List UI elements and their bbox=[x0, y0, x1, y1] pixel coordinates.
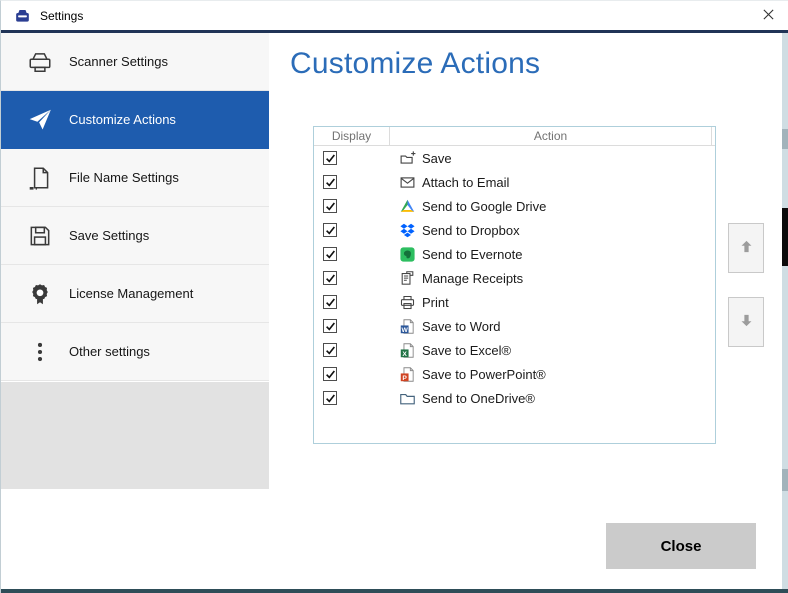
sidebar-item-label: File Name Settings bbox=[69, 170, 179, 185]
action-label: Attach to Email bbox=[422, 175, 509, 190]
action-label: Manage Receipts bbox=[422, 271, 523, 286]
sidebar-item-file-name-settings[interactable]: File Name Settings bbox=[1, 149, 269, 207]
email-icon bbox=[399, 174, 416, 191]
table-row[interactable]: W Save to Word bbox=[314, 314, 715, 338]
table-row[interactable]: Print bbox=[314, 290, 715, 314]
svg-text:X: X bbox=[402, 350, 407, 357]
evernote-icon bbox=[399, 246, 416, 263]
display-cell bbox=[314, 247, 390, 261]
sidebar-item-label: License Management bbox=[69, 286, 193, 301]
display-cell bbox=[314, 271, 390, 285]
display-cell bbox=[314, 295, 390, 309]
paper-plane-icon bbox=[27, 107, 53, 133]
sidebar-item-other-settings[interactable]: Other settings bbox=[1, 323, 269, 381]
sidebar-item-license-management[interactable]: License Management bbox=[1, 265, 269, 323]
table-row[interactable]: Manage Receipts bbox=[314, 266, 715, 290]
window-bottom-edge bbox=[1, 589, 788, 593]
action-label: Send to Dropbox bbox=[422, 223, 520, 238]
scrollbar-segment bbox=[782, 129, 788, 149]
save-folder-icon bbox=[399, 150, 416, 167]
table-row[interactable]: Send to Evernote bbox=[314, 242, 715, 266]
display-checkbox[interactable] bbox=[323, 247, 337, 261]
close-button[interactable]: Close bbox=[606, 523, 756, 569]
svg-text:P: P bbox=[402, 374, 407, 381]
display-checkbox[interactable] bbox=[323, 391, 337, 405]
close-icon bbox=[762, 8, 775, 24]
scrollbar-thumb[interactable] bbox=[782, 208, 788, 266]
table-row[interactable]: Attach to Email bbox=[314, 170, 715, 194]
display-checkbox[interactable] bbox=[323, 175, 337, 189]
display-checkbox[interactable] bbox=[323, 295, 337, 309]
display-checkbox[interactable] bbox=[323, 271, 337, 285]
display-cell bbox=[314, 319, 390, 333]
action-label: Save bbox=[422, 151, 452, 166]
display-cell bbox=[314, 199, 390, 213]
display-cell bbox=[314, 151, 390, 165]
actions-table: Display Action Save Attach to Email Send… bbox=[313, 126, 716, 444]
display-checkbox[interactable] bbox=[323, 151, 337, 165]
arrow-down-icon bbox=[738, 312, 755, 332]
sidebar-item-label: Scanner Settings bbox=[69, 54, 168, 69]
arrow-up-icon bbox=[738, 238, 755, 258]
kebab-menu-icon bbox=[27, 339, 53, 365]
display-checkbox[interactable] bbox=[323, 319, 337, 333]
display-cell bbox=[314, 223, 390, 237]
move-up-button[interactable] bbox=[728, 223, 764, 273]
onedrive-icon bbox=[399, 390, 416, 407]
sidebar-item-scanner-settings[interactable]: Scanner Settings bbox=[1, 33, 269, 91]
sidebar-item-label: Other settings bbox=[69, 344, 150, 359]
floppy-disk-icon bbox=[27, 223, 53, 249]
scanner-icon bbox=[27, 49, 53, 75]
column-header-display: Display bbox=[314, 127, 390, 145]
excel-icon: X bbox=[399, 342, 416, 359]
action-label: Send to Google Drive bbox=[422, 199, 546, 214]
sidebar-item-label: Customize Actions bbox=[69, 112, 176, 127]
word-icon: W bbox=[399, 318, 416, 335]
sidebar-item-customize-actions[interactable]: Customize Actions bbox=[1, 91, 269, 149]
display-checkbox[interactable] bbox=[323, 199, 337, 213]
sidebar: Scanner Settings Customize Actions File … bbox=[1, 33, 269, 495]
table-row[interactable]: Send to Dropbox bbox=[314, 218, 715, 242]
display-checkbox[interactable] bbox=[323, 367, 337, 381]
display-cell bbox=[314, 343, 390, 357]
google-drive-icon bbox=[399, 198, 416, 215]
window-close-button[interactable] bbox=[755, 4, 781, 28]
display-cell bbox=[314, 391, 390, 405]
action-label: Save to Excel® bbox=[422, 343, 511, 358]
sidebar-item-label: Save Settings bbox=[69, 228, 149, 243]
table-row[interactable]: P Save to PowerPoint® bbox=[314, 362, 715, 386]
page-title: Customize Actions bbox=[290, 47, 540, 81]
file-name-settings-icon bbox=[27, 165, 53, 191]
action-label: Send to Evernote bbox=[422, 247, 522, 262]
display-checkbox[interactable] bbox=[323, 223, 337, 237]
settings-window: Settings Scanner Settings Customize Acti… bbox=[0, 0, 788, 593]
scanner-app-icon bbox=[14, 8, 31, 24]
award-ribbon-icon bbox=[27, 281, 53, 307]
display-cell bbox=[314, 175, 390, 189]
print-icon bbox=[399, 294, 416, 311]
display-cell bbox=[314, 367, 390, 381]
display-checkbox[interactable] bbox=[323, 343, 337, 357]
powerpoint-icon: P bbox=[399, 366, 416, 383]
titlebar: Settings bbox=[1, 1, 788, 30]
table-row[interactable]: Send to OneDrive® bbox=[314, 386, 715, 410]
scrollbar-segment bbox=[782, 469, 788, 491]
svg-text:W: W bbox=[401, 326, 408, 333]
action-label: Save to Word bbox=[422, 319, 501, 334]
dropbox-icon bbox=[399, 222, 416, 239]
receipts-icon bbox=[399, 270, 416, 287]
sidebar-filler bbox=[1, 382, 269, 489]
move-down-button[interactable] bbox=[728, 297, 764, 347]
window-title: Settings bbox=[40, 9, 83, 23]
table-row[interactable]: Send to Google Drive bbox=[314, 194, 715, 218]
table-row[interactable]: X Save to Excel® bbox=[314, 338, 715, 362]
table-row[interactable]: Save bbox=[314, 146, 715, 170]
action-label: Print bbox=[422, 295, 449, 310]
sidebar-item-save-settings[interactable]: Save Settings bbox=[1, 207, 269, 265]
table-header: Display Action bbox=[314, 127, 715, 146]
right-scrollbar[interactable] bbox=[782, 33, 788, 590]
action-label: Send to OneDrive® bbox=[422, 391, 535, 406]
column-header-action: Action bbox=[390, 127, 712, 145]
action-label: Save to PowerPoint® bbox=[422, 367, 546, 382]
